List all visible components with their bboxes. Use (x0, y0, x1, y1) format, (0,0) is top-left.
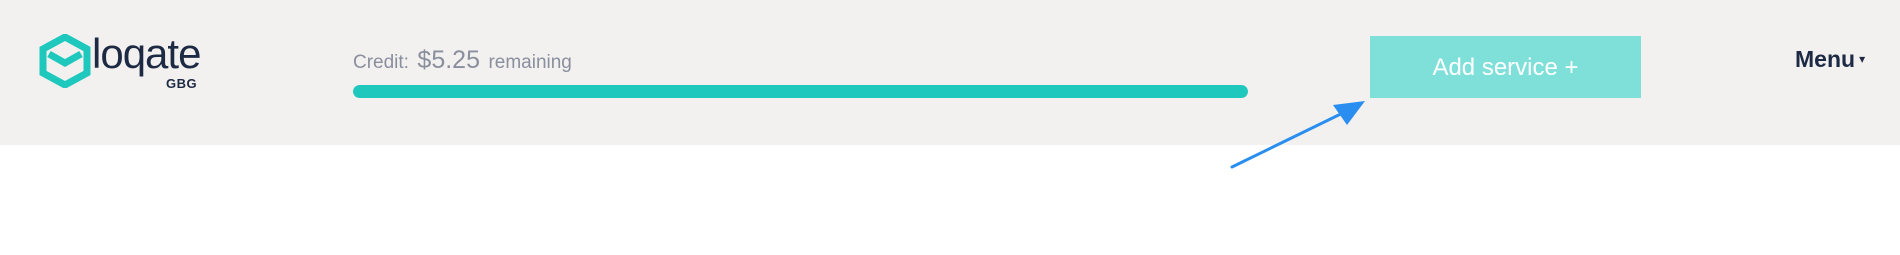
credit-suffix: remaining (488, 52, 572, 73)
credit-progress-fill (353, 85, 1248, 98)
add-service-button[interactable]: Add service + (1370, 36, 1641, 98)
top-header: loqate GBG Credit: $5.25 remaining Add s… (0, 0, 1900, 145)
caret-down-icon: ▾ (1859, 52, 1866, 66)
arrow-pointer-icon (1230, 101, 1365, 169)
credit-summary: Credit: $5.25 remaining (353, 46, 572, 75)
credit-amount: $5.25 (417, 46, 480, 74)
loqate-logo[interactable]: loqate GBG (38, 30, 208, 94)
logo-wordmark: loqate (92, 30, 201, 77)
menu-dropdown[interactable]: Menu ▾ (1795, 46, 1865, 73)
loqate-hexagon-logo-icon (39, 34, 91, 88)
credit-label: Credit: (353, 52, 409, 73)
menu-label: Menu (1795, 46, 1856, 72)
logo-subtext: GBG (166, 76, 198, 91)
credit-progress-bar (353, 85, 1248, 98)
